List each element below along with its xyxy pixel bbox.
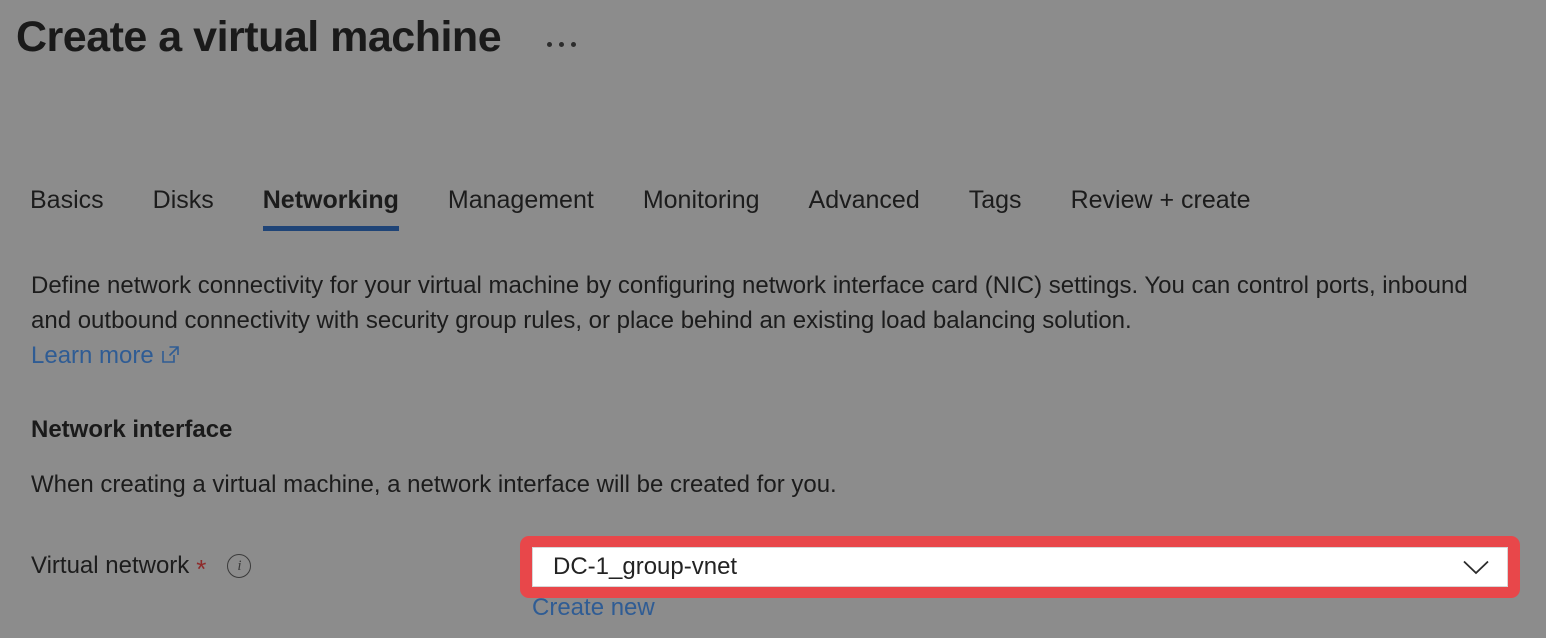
virtual-network-selected-value: DC-1_group-vnet [553,553,738,580]
networking-intro-text: Define network connectivity for your vir… [31,272,1468,334]
tab-monitoring[interactable]: Monitoring [643,186,760,231]
tab-management[interactable]: Management [448,186,594,231]
tab-basics[interactable]: Basics [30,186,104,231]
learn-more-link[interactable]: Learn more [31,338,179,373]
create-new-vnet-link[interactable]: Create new [532,594,655,622]
tab-tags[interactable]: Tags [969,186,1022,231]
page-title: Create a virtual machine [16,13,502,61]
tab-disks[interactable]: Disks [153,186,214,231]
more-options-icon[interactable] [547,42,577,48]
required-asterisk: * [196,554,207,584]
wizard-tab-bar: Basics Disks Networking Management Monit… [30,186,1251,231]
ellipsis-dot [547,42,553,48]
tab-review-create[interactable]: Review + create [1071,186,1251,231]
network-interface-heading: Network interface [31,416,233,443]
external-link-icon [161,346,179,363]
virtual-network-label: Virtual network [31,552,190,579]
ellipsis-dot [559,42,565,48]
tab-networking[interactable]: Networking [262,186,400,231]
virtual-network-highlight: DC-1_group-vnet [520,536,1520,598]
virtual-network-label-group: Virtual network * i [31,552,252,584]
network-interface-description: When creating a virtual machine, a netwo… [31,471,837,498]
learn-more-label: Learn more [31,342,154,369]
tab-advanced[interactable]: Advanced [809,186,920,231]
info-icon[interactable]: i [227,554,252,578]
ellipsis-dot [571,42,577,48]
page-header: Create a virtual machine [16,13,577,61]
chevron-down-icon [1463,560,1489,574]
networking-intro: Define network connectivity for your vir… [31,268,1511,373]
virtual-network-dropdown[interactable]: DC-1_group-vnet [532,547,1508,587]
